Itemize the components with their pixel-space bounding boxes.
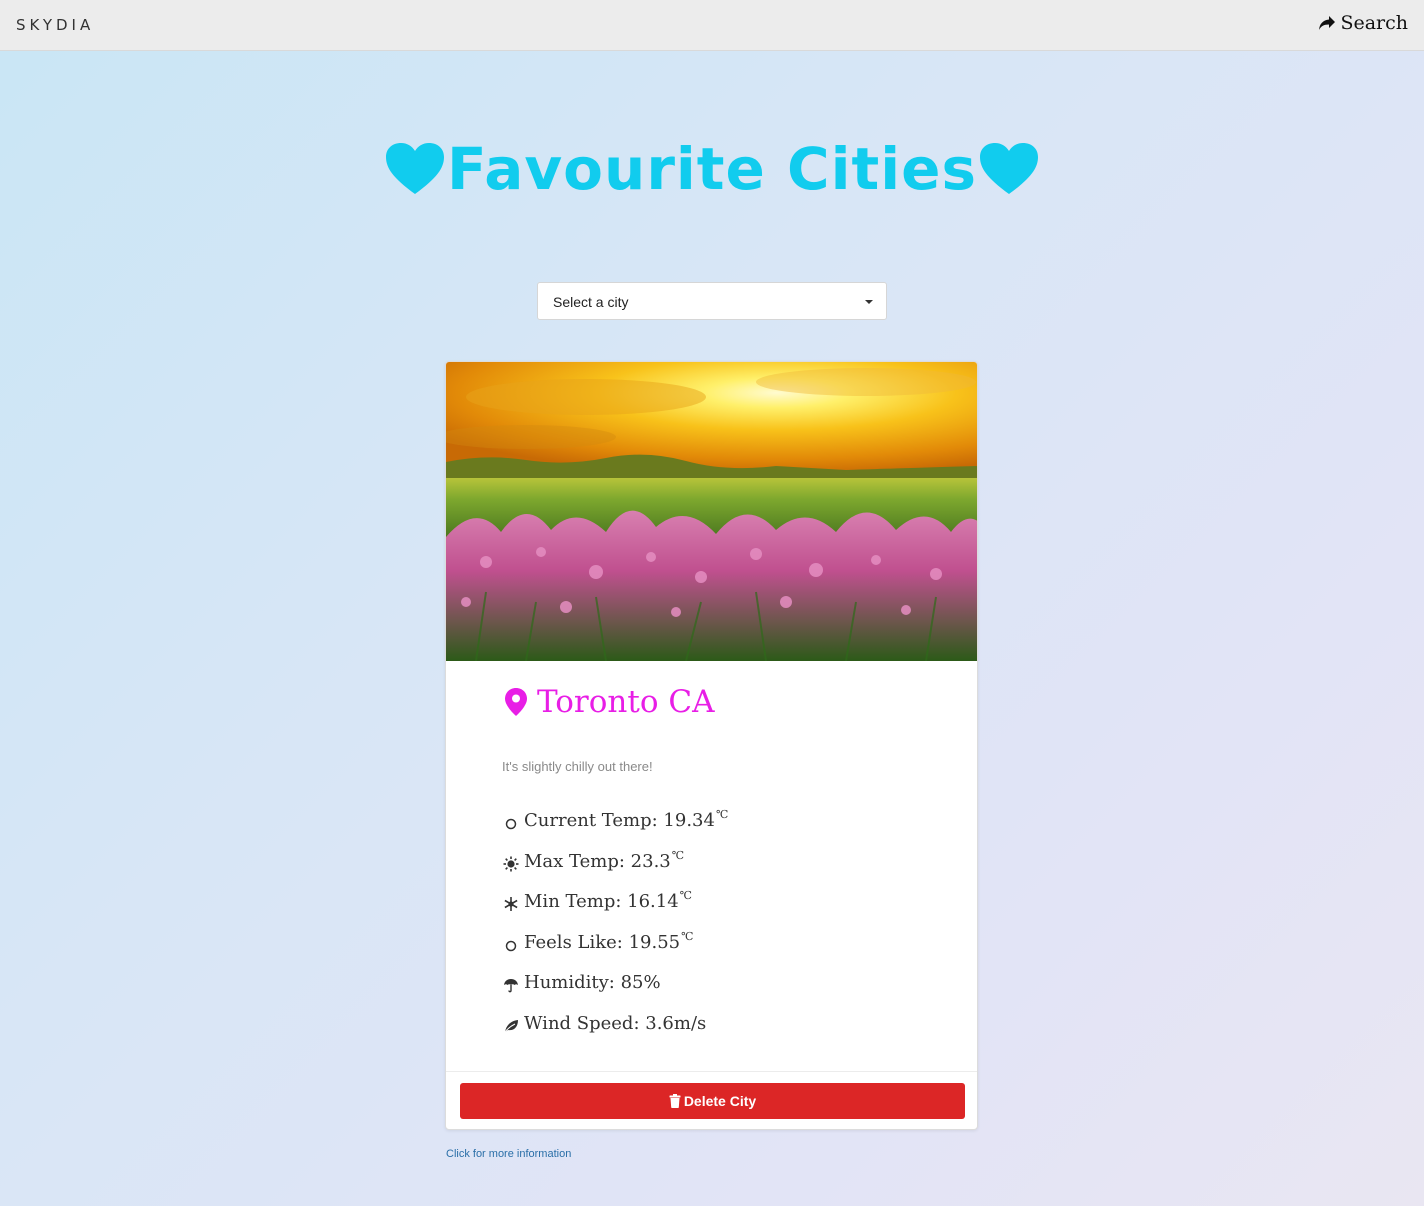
stat-unit: ℃ (679, 889, 692, 903)
trash-icon (669, 1094, 681, 1108)
map-marker-icon (505, 688, 527, 716)
stat-label: Wind Speed: 3.6m/s (524, 1012, 707, 1034)
stat-unit: ℃ (681, 929, 694, 943)
city-image (446, 362, 977, 661)
brand-logo[interactable]: SKYDIA (16, 16, 94, 34)
weather-description: It's slightly chilly out there! (502, 759, 653, 774)
page-title: Favourite Cities (0, 135, 1424, 203)
stat-feels-like: Feels Like: 19.55 ℃ (502, 929, 728, 973)
stat-label: Max Temp: 23.3 (524, 850, 671, 872)
circle-icon (502, 935, 520, 955)
caret-down-icon (865, 300, 873, 304)
stat-unit: ℃ (715, 808, 729, 821)
city-name: Toronto CA (503, 684, 714, 720)
stat-min-temp: Min Temp: 16.14 ℃ (502, 889, 728, 932)
stat-humidity: Humidity: 85% (502, 972, 728, 1013)
page-title-text: Favourite Cities (447, 135, 977, 203)
snowflake-icon (502, 894, 520, 914)
stat-wind-speed: Wind Speed: 3.6m/s (502, 1013, 728, 1054)
leaf-icon (502, 1016, 520, 1036)
stat-current-temp: Current Temp: 19.34 ℃ (502, 808, 729, 851)
city-select-value: Select a city (553, 294, 629, 310)
delete-city-button[interactable]: Delete City (460, 1083, 965, 1119)
city-card: Toronto CA It's slightly chilly out ther… (445, 361, 978, 1130)
heart-icon (386, 143, 445, 194)
top-navbar: SKYDIA Search (0, 0, 1424, 51)
sun-icon (502, 854, 520, 874)
stat-label: Feels Like: 19.55 (524, 931, 681, 953)
umbrella-icon (502, 975, 520, 995)
stat-unit: ℃ (671, 848, 685, 862)
search-label: Search (1340, 12, 1408, 34)
stat-label: Current Temp: 19.34 (524, 810, 715, 831)
circle-icon (502, 813, 520, 833)
more-info-link[interactable]: Click for more information (446, 1148, 571, 1160)
heart-icon (979, 143, 1038, 194)
stat-label: Humidity: 85% (524, 972, 661, 994)
city-name-text: Toronto CA (537, 684, 715, 720)
stat-label: Min Temp: 16.14 (524, 891, 679, 913)
search-link[interactable]: Search (1318, 12, 1408, 34)
weather-stats: Current Temp: 19.34 ℃ Max Temp: 23.3 ℃ Min… (502, 808, 729, 1054)
delete-city-label: Delete City (683, 1093, 757, 1109)
share-arrow-icon (1319, 16, 1336, 30)
stat-max-temp: Max Temp: 23.3 ℃ (502, 848, 728, 892)
city-select[interactable]: Select a city (537, 282, 887, 320)
card-divider (446, 1071, 977, 1072)
